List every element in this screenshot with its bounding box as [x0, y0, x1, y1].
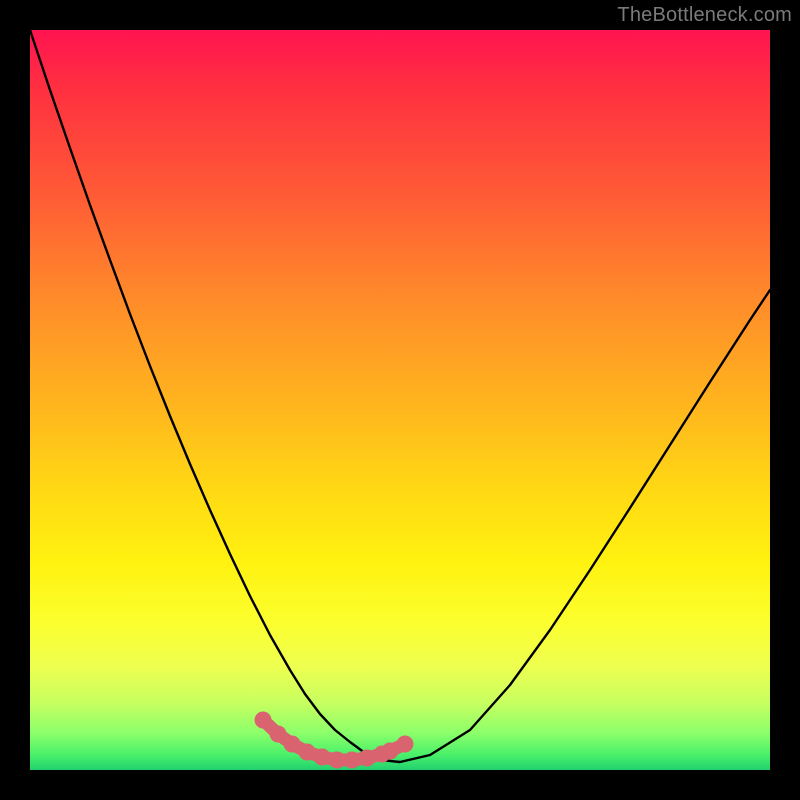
plot-area [30, 30, 770, 770]
watermark-text: TheBottleneck.com [617, 4, 792, 27]
chart-frame: TheBottleneck.com [0, 0, 800, 800]
bottleneck-curve [30, 30, 770, 762]
curve-svg [30, 30, 770, 770]
